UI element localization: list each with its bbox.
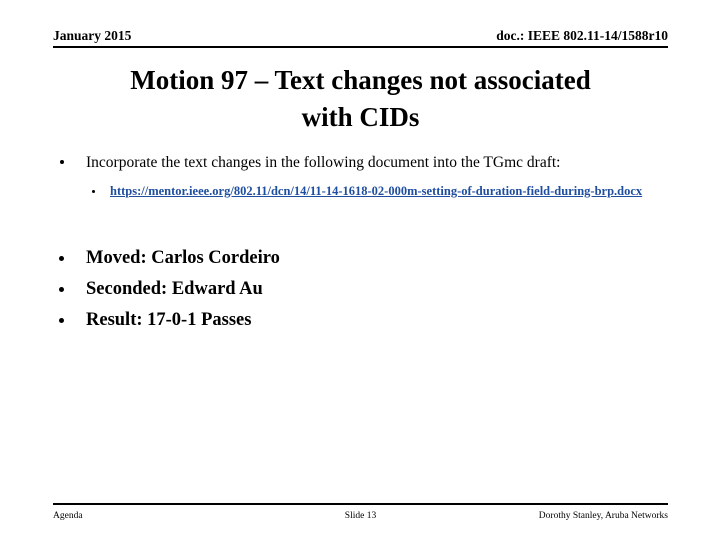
list-item: Seconded: Edward Au	[53, 274, 668, 305]
page-title-line-2: with CIDs	[301, 102, 420, 132]
footer-divider	[53, 503, 668, 505]
header-row: January 2015 doc.: IEEE 802.11-14/1588r1…	[53, 28, 668, 44]
bullet-dot-icon	[60, 160, 64, 164]
bullet-text-incorporate: Incorporate the text changes in the foll…	[86, 154, 561, 171]
motion-seconded-by: Seconded: Edward Au	[86, 279, 263, 299]
list-item: Result: 17-0-1 Passes	[53, 305, 668, 336]
slide-header: January 2015 doc.: IEEE 802.11-14/1588r1…	[53, 28, 668, 48]
bullet-dot-icon	[92, 190, 95, 193]
bullet-dot-icon	[59, 318, 64, 323]
page-title-line-1: Motion 97 – Text changes not associated	[130, 65, 591, 95]
list-item: https://mentor.ieee.org/802.11/dcn/14/11…	[53, 183, 668, 200]
header-divider	[53, 46, 668, 48]
slide-body: Incorporate the text changes in the foll…	[53, 152, 668, 336]
motion-moved-by: Moved: Carlos Cordeiro	[86, 248, 280, 268]
bullet-dot-icon	[59, 287, 64, 292]
slide-canvas: January 2015 doc.: IEEE 802.11-14/1588r1…	[0, 0, 720, 540]
footer-author: Dorothy Stanley, Aruba Networks	[538, 511, 668, 521]
bullet-dot-icon	[59, 256, 64, 261]
page-title: Motion 97 – Text changes not associated …	[53, 62, 668, 136]
motion-result: Result: 17-0-1 Passes	[86, 310, 252, 330]
document-hyperlink[interactable]: https://mentor.ieee.org/802.11/dcn/14/11…	[110, 184, 642, 198]
header-document-id: doc.: IEEE 802.11-14/1588r10	[496, 28, 668, 43]
list-item: Incorporate the text changes in the foll…	[53, 152, 668, 174]
header-date: January 2015	[53, 28, 132, 43]
motion-result-list: Moved: Carlos Cordeiro Seconded: Edward …	[53, 243, 668, 336]
list-item: Moved: Carlos Cordeiro	[53, 243, 668, 274]
slide-footer: Agenda Slide 13 Dorothy Stanley, Aruba N…	[53, 508, 668, 524]
